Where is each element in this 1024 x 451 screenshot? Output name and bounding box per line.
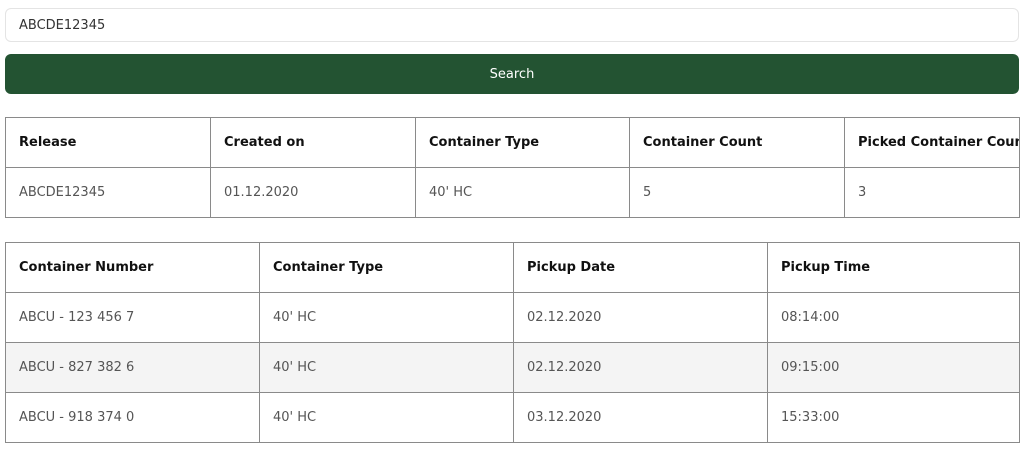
column-header-picked-container-count: Picked Container Count: [844, 117, 1020, 168]
container-type-cell: 40' HC: [415, 167, 630, 218]
pickup-date-cell: 02.12.2020: [513, 342, 768, 393]
release-table: Release Created on Container Type Contai…: [5, 117, 1020, 218]
container-type-cell: 40' HC: [259, 342, 514, 393]
column-header-created-on: Created on: [210, 117, 416, 168]
release-search-input[interactable]: [5, 8, 1019, 42]
pickup-time-cell: 09:15:00: [767, 342, 1020, 393]
column-header-pickup-date: Pickup Date: [513, 242, 768, 293]
created-on-cell: 01.12.2020: [210, 167, 416, 218]
pickup-date-cell: 02.12.2020: [513, 292, 768, 343]
table-row: ABCU - 827 382 6 40' HC 02.12.2020 09:15…: [5, 342, 1020, 393]
column-header-pickup-time: Pickup Time: [767, 242, 1020, 293]
column-header-container-count: Container Count: [629, 117, 845, 168]
container-number-cell: ABCU - 827 382 6: [5, 342, 260, 393]
container-type-cell: 40' HC: [259, 292, 514, 343]
column-header-container-number: Container Number: [5, 242, 260, 293]
container-type-cell: 40' HC: [259, 392, 514, 443]
container-number-cell: ABCU - 918 374 0: [5, 392, 260, 443]
release-table-header-row: Release Created on Container Type Contai…: [5, 117, 1020, 168]
table-row: ABCU - 918 374 0 40' HC 03.12.2020 15:33…: [5, 392, 1020, 443]
release-cell: ABCDE12345: [5, 167, 211, 218]
pickup-time-cell: 15:33:00: [767, 392, 1020, 443]
containers-table-header-row: Container Number Container Type Pickup D…: [5, 242, 1020, 293]
table-row: ABCDE12345 01.12.2020 40' HC 5 3: [5, 167, 1020, 218]
column-header-container-type: Container Type: [259, 242, 514, 293]
pickup-date-cell: 03.12.2020: [513, 392, 768, 443]
picked-container-count-cell: 3: [844, 167, 1020, 218]
search-button[interactable]: Search: [5, 54, 1019, 94]
table-row: ABCU - 123 456 7 40' HC 02.12.2020 08:14…: [5, 292, 1020, 343]
container-count-cell: 5: [629, 167, 845, 218]
container-number-cell: ABCU - 123 456 7: [5, 292, 260, 343]
containers-table: Container Number Container Type Pickup D…: [5, 242, 1020, 443]
pickup-time-cell: 08:14:00: [767, 292, 1020, 343]
column-header-release: Release: [5, 117, 211, 168]
column-header-container-type: Container Type: [415, 117, 630, 168]
